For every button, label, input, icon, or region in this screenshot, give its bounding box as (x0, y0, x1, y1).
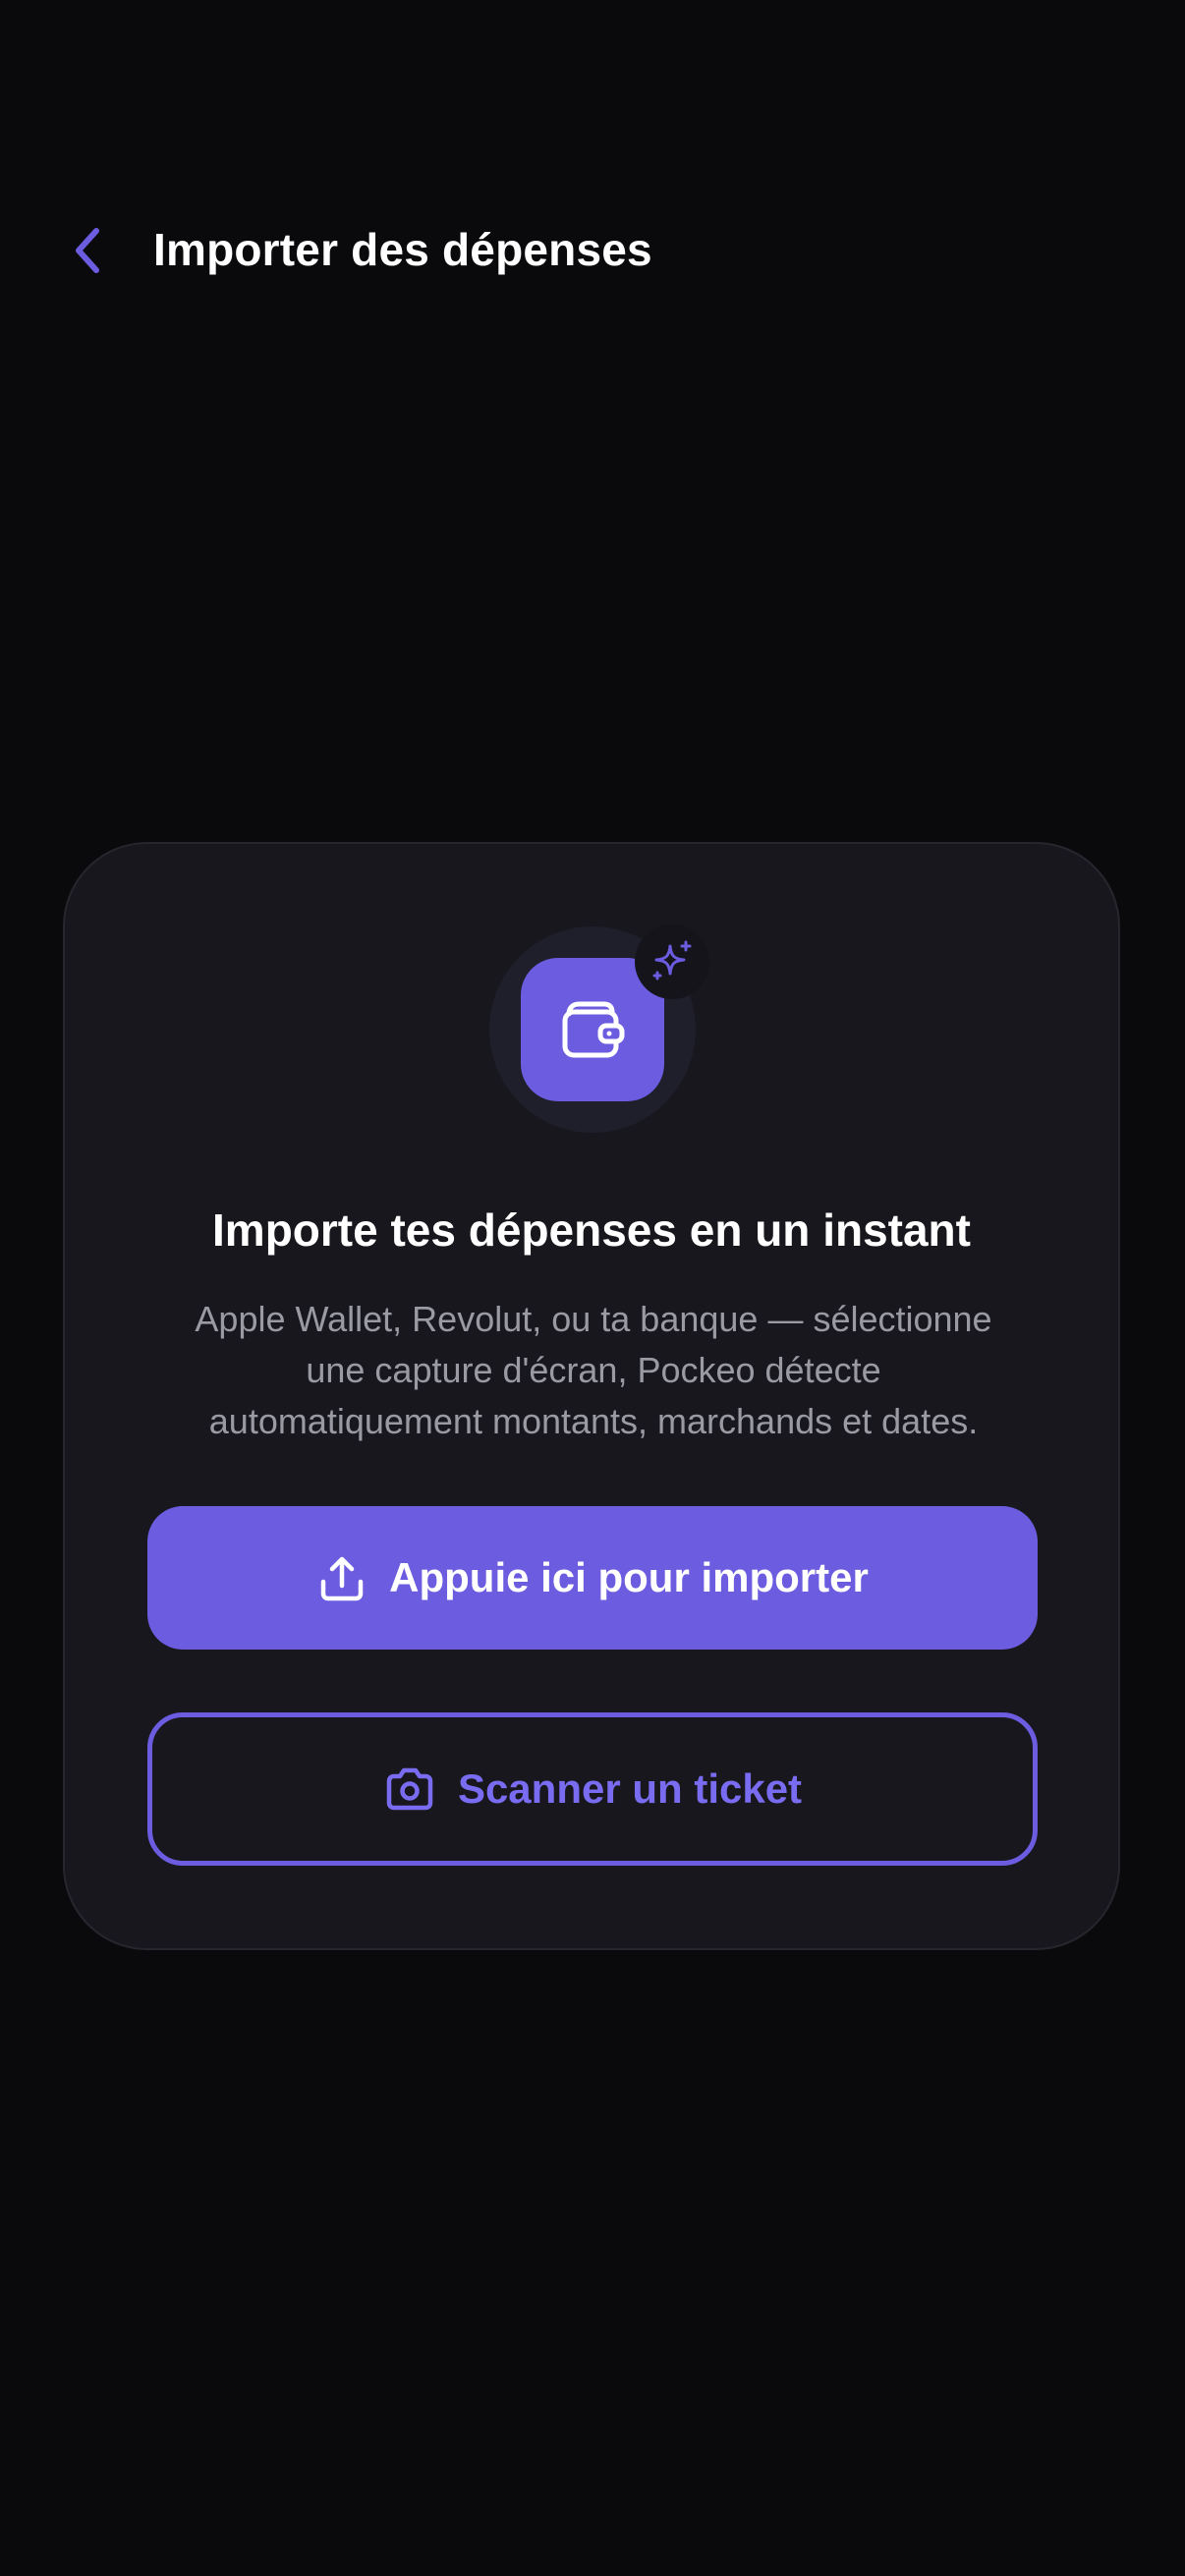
card-description: Apple Wallet, Revolut, ou ta banque — sé… (195, 1299, 992, 1441)
header-bar: Importer des dépenses (0, 201, 1185, 300)
scan-ticket-button[interactable]: Scanner un ticket (147, 1712, 1038, 1866)
upload-icon (316, 1552, 367, 1603)
back-button[interactable] (59, 221, 118, 280)
import-button-label: Appuie ici pour importer (389, 1554, 869, 1600)
camera-icon (383, 1765, 436, 1813)
import-card: Importe tes dépenses en un instant Apple… (63, 842, 1120, 1950)
sparkle-icon (649, 938, 696, 985)
scan-ticket-button-label: Scanner un ticket (457, 1765, 803, 1812)
page-title: Importer des dépenses (153, 224, 652, 275)
sparkle-badge (635, 924, 709, 999)
wallet-icon (555, 992, 630, 1067)
card-title: Importe tes dépenses en un instant (212, 1204, 971, 1256)
import-button[interactable]: Appuie ici pour importer (147, 1506, 1038, 1650)
chevron-left-icon (69, 225, 108, 276)
